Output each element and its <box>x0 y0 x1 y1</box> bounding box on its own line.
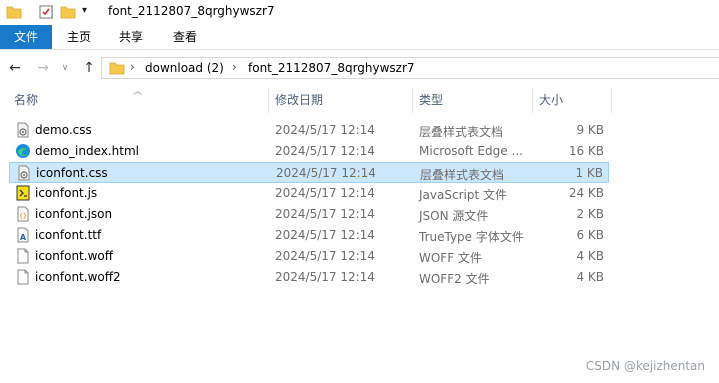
watermark: CSDN @kejizhentan <box>585 359 705 373</box>
tab-view[interactable]: 查看 <box>162 25 208 49</box>
file-row[interactable]: iconfont.woff 2024/5/17 12:14 WOFF 文件 4 … <box>9 246 609 267</box>
file-type: TrueType 字体文件 <box>419 230 524 244</box>
tab-file[interactable]: 文件 <box>0 25 52 49</box>
css-file-icon <box>15 122 31 138</box>
js-file-icon <box>15 185 31 201</box>
column-header-type[interactable]: 类型 <box>419 88 443 113</box>
address-folder-icon <box>109 60 125 79</box>
column-header-date[interactable]: 修改日期 <box>275 88 323 113</box>
svg-text:{}: {} <box>19 213 27 220</box>
file-size: 4 KB <box>576 270 604 284</box>
blank-file-icon <box>15 269 31 285</box>
file-size: 2 KB <box>576 207 604 221</box>
up-arrow-icon[interactable]: ↑ <box>80 59 98 77</box>
address-bar[interactable]: › download (2) › font_2112807_8qrghywszr… <box>101 57 719 79</box>
tab-share[interactable]: 共享 <box>108 25 154 49</box>
file-row[interactable]: demo.css 2024/5/17 12:14 层叠样式表文档 9 KB <box>9 120 609 141</box>
customize-toolbar-icon[interactable]: ▾ <box>82 5 87 16</box>
file-row[interactable]: demo_index.html 2024/5/17 12:14 Microsof… <box>9 141 609 162</box>
file-date: 2024/5/17 12:14 <box>275 270 375 284</box>
file-row[interactable]: iconfont.js 2024/5/17 12:14 JavaScript 文… <box>9 183 609 204</box>
file-date: 2024/5/17 12:14 <box>275 249 375 263</box>
file-size: 6 KB <box>576 228 604 242</box>
column-divider[interactable] <box>268 88 269 113</box>
file-size: 24 KB <box>568 186 604 200</box>
file-type: WOFF2 文件 <box>419 272 490 286</box>
column-divider[interactable] <box>412 88 413 113</box>
recent-locations-chevron-icon[interactable]: ∨ <box>56 59 74 77</box>
file-type: JSON 源文件 <box>419 209 489 223</box>
blank-file-icon <box>15 248 31 264</box>
file-date: 2024/5/17 12:14 <box>275 186 375 200</box>
file-type: JavaScript 文件 <box>419 188 507 202</box>
css-file-icon <box>16 165 32 181</box>
file-row[interactable]: iconfont.woff2 2024/5/17 12:14 WOFF2 文件 … <box>9 267 609 288</box>
file-row[interactable]: A iconfont.ttf 2024/5/17 12:14 TrueType … <box>9 225 609 246</box>
back-arrow-icon[interactable]: ← <box>6 59 24 77</box>
folder-icon <box>6 4 22 23</box>
file-size: 16 KB <box>568 144 604 158</box>
breadcrumb-chevron-icon[interactable]: › <box>232 60 237 74</box>
breadcrumb-current-folder[interactable]: font_2112807_8qrghywszr7 <box>248 61 415 75</box>
file-date: 2024/5/17 12:14 <box>275 144 375 158</box>
json-file-icon: {} <box>15 206 31 222</box>
column-divider[interactable] <box>611 88 612 113</box>
font-file-icon: A <box>15 227 31 243</box>
file-row[interactable]: {} iconfont.json 2024/5/17 12:14 JSON 源文… <box>9 204 609 225</box>
file-name: iconfont.ttf <box>35 228 102 242</box>
file-date: 2024/5/17 12:14 <box>275 228 375 242</box>
column-header-size[interactable]: 大小 <box>539 88 563 113</box>
file-date: 2024/5/17 12:14 <box>276 166 376 180</box>
forward-arrow-icon[interactable]: → <box>34 59 52 77</box>
edge-html-icon <box>15 143 31 159</box>
new-folder-icon[interactable] <box>60 4 76 23</box>
svg-text:A: A <box>20 233 27 242</box>
file-name: iconfont.woff2 <box>35 270 121 284</box>
file-type: WOFF 文件 <box>419 251 482 265</box>
file-size: 4 KB <box>576 249 604 263</box>
file-date: 2024/5/17 12:14 <box>275 207 375 221</box>
ribbon-tabs: 文件 主页 共享 查看 <box>0 25 719 50</box>
file-size: 1 KB <box>575 166 603 180</box>
file-name: iconfont.json <box>35 207 113 221</box>
file-name: demo_index.html <box>35 144 140 158</box>
window-title: font_2112807_8qrghywszr7 <box>108 4 275 18</box>
tab-home[interactable]: 主页 <box>56 25 102 49</box>
file-type: Microsoft Edge ... <box>419 144 523 158</box>
file-row[interactable]: iconfont.css 2024/5/17 12:14 层叠样式表文档 1 K… <box>9 162 609 183</box>
file-date: 2024/5/17 12:14 <box>275 123 375 137</box>
properties-icon[interactable] <box>38 4 54 23</box>
file-size: 9 KB <box>576 123 604 137</box>
file-type: 层叠样式表文档 <box>419 125 504 139</box>
file-name: demo.css <box>35 123 92 137</box>
column-header-name[interactable]: 名称 <box>14 88 38 113</box>
title-bar: ▾ font_2112807_8qrghywszr7 <box>0 0 719 25</box>
sort-ascending-icon: ︿ <box>133 87 143 97</box>
column-divider[interactable] <box>532 88 533 113</box>
file-name: iconfont.woff <box>35 249 113 263</box>
file-type: 层叠样式表文档 <box>420 168 505 182</box>
file-name: iconfont.js <box>35 186 98 200</box>
file-name: iconfont.css <box>36 166 108 180</box>
breadcrumb-chevron-icon[interactable]: › <box>130 60 135 74</box>
breadcrumb-download[interactable]: download (2) <box>145 61 224 75</box>
